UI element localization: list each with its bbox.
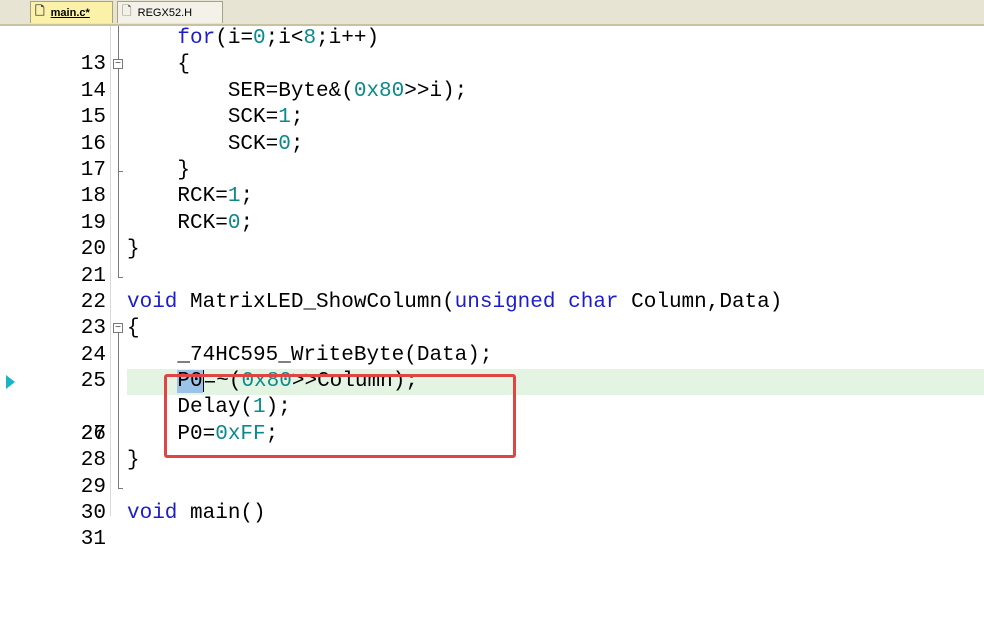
fold-margin	[110, 184, 122, 211]
fold-margin	[110, 131, 122, 158]
code-line-21: 21 }	[0, 237, 984, 288]
annotation-highlight-box	[164, 374, 516, 458]
code-text: SCK=0;	[127, 132, 304, 156]
tab-regx52-h-label: REGX52.H	[137, 6, 193, 19]
current-line-arrow-icon	[6, 375, 15, 390]
fold-margin	[110, 369, 122, 396]
code-line-20: 20 RCK=0;	[0, 210, 984, 261]
fold-margin	[110, 501, 122, 527]
code-line-18: 18 }	[0, 157, 984, 208]
fold-margin	[110, 105, 122, 132]
code-text: RCK=0;	[127, 211, 254, 235]
code-text: {	[127, 317, 140, 341]
code-text: RCK=1;	[127, 185, 254, 209]
file-icon: 🗋	[35, 4, 45, 18]
code-line-17: 17 SCK=0;	[0, 131, 984, 182]
fold-end	[110, 474, 123, 501]
fold-end	[110, 263, 123, 290]
tab-main-c-label: main.c*	[50, 6, 90, 19]
fold-margin	[110, 395, 122, 422]
fold-toggle[interactable]: −	[110, 52, 123, 79]
code-line-13: 13 for(i=0;i<8;i++)	[0, 26, 984, 76]
code-line-15: 15 SER=Byte&(0x80>>i);	[0, 78, 984, 129]
fold-margin	[110, 421, 122, 449]
code-text: _74HC595_WriteByte(Data);	[127, 343, 493, 367]
code-line-14: 14 − {	[0, 52, 984, 103]
code-text: SCK=1;	[127, 106, 304, 130]
code-text: }	[127, 238, 140, 262]
fold-margin	[110, 290, 122, 316]
code-line-31: 31 void main()	[0, 501, 984, 551]
code-line-25: 25 _74HC595_WriteByte(Data);	[0, 342, 984, 393]
line-number: 31	[80, 528, 106, 552]
tab-regx52-h[interactable]: 🗋 REGX52.H	[117, 1, 223, 23]
file-tab-bar: 🗋 main.c* 🗋 REGX52.H	[0, 0, 984, 26]
code-text: SER=Byte&(0x80>>i);	[127, 79, 468, 103]
code-line-24: 24 − {	[0, 316, 984, 366]
code-line-19: 19 RCK=1;	[0, 184, 984, 235]
code-text: for(i=0;i<8;i++)	[177, 27, 380, 50]
code-text: void main()	[127, 502, 266, 526]
fold-margin	[110, 448, 122, 475]
tab-main-c[interactable]: 🗋 main.c*	[30, 1, 113, 23]
file-icon: 🗋	[122, 4, 132, 18]
fold-margin	[110, 237, 122, 264]
code-line-22: 22	[0, 263, 984, 314]
collapse-icon[interactable]: −	[113, 59, 123, 70]
fold-margin	[110, 210, 122, 238]
code-line-30: 30	[0, 474, 984, 525]
code-text: }	[127, 158, 191, 182]
code-line-16: 16 SCK=1;	[0, 105, 984, 156]
code-line-23: 23 void MatrixLED_ShowColumn(unsigned ch…	[0, 290, 984, 340]
fold-margin	[110, 26, 122, 53]
code-text: {	[127, 53, 191, 77]
fold-margin	[110, 78, 122, 106]
fold-end	[110, 157, 123, 185]
fold-toggle[interactable]: −	[110, 316, 123, 344]
code-text: void MatrixLED_ShowColumn(unsigned char …	[127, 290, 783, 314]
collapse-icon[interactable]: −	[113, 323, 123, 334]
fold-margin	[110, 342, 122, 370]
